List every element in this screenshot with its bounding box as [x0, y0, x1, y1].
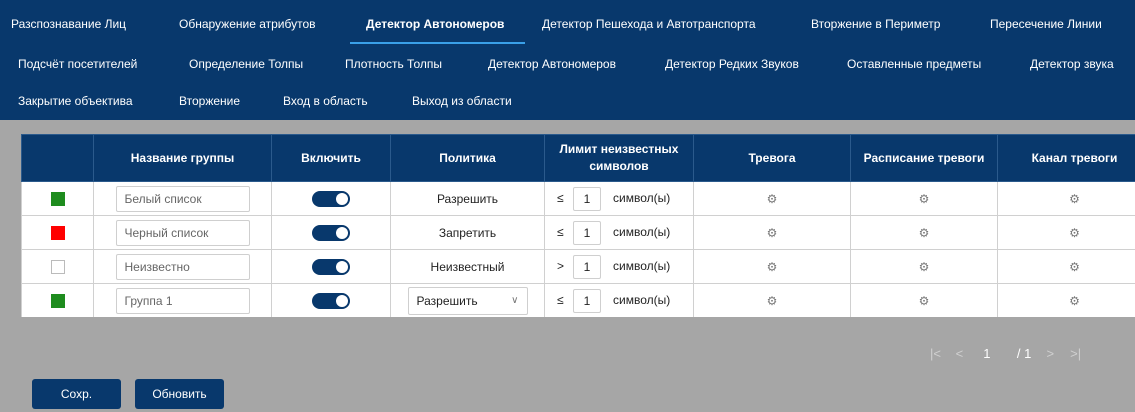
lpr-group-table: Название группы Включить Политика Лимит … — [21, 134, 1135, 317]
col-group-name-header: Название группы — [93, 134, 272, 182]
pagination: |< < 1 / 1 > >| — [930, 346, 1090, 361]
alarm-schedule-settings-icon[interactable]: ⚙ — [919, 260, 930, 274]
tab-crowd-detection[interactable]: Определение Толпы — [189, 57, 303, 71]
active-tab-indicator — [350, 42, 525, 44]
alarm-settings-icon[interactable]: ⚙ — [767, 192, 778, 206]
policy-value: Неизвестный — [430, 259, 505, 274]
tab-rare-sound-detector[interactable]: Детектор Редких Звуков — [665, 57, 799, 71]
enable-toggle[interactable] — [312, 224, 350, 241]
col-enable-header: Включить — [271, 134, 391, 182]
table-row: Разрешить ≤ символ(ы) ⚙ ⚙ ⚙ — [21, 181, 1135, 216]
policy-value: Разрешить — [436, 191, 499, 206]
alarm-settings-icon[interactable]: ⚙ — [767, 260, 778, 274]
tab-face-recognition[interactable]: Разспознавание Лиц — [11, 17, 126, 31]
tab-lpr-detector[interactable]: Детектор Автономеров — [366, 17, 504, 31]
function-tabs-bar: Разспознавание Лиц Обнаружение атрибутов… — [0, 0, 1135, 120]
tab-intrusion[interactable]: Вторжение — [179, 94, 240, 108]
group-name-field[interactable] — [115, 253, 250, 280]
last-page-icon[interactable]: >| — [1070, 346, 1090, 361]
refresh-button[interactable]: Обновить — [135, 379, 224, 409]
tab-lpr-detector-2[interactable]: Детектор Автономеров — [488, 57, 616, 71]
group-name-field[interactable] — [115, 185, 250, 212]
alarm-settings-icon[interactable]: ⚙ — [767, 226, 778, 240]
limit-input[interactable] — [573, 288, 601, 313]
tab-left-objects[interactable]: Оставленные предметы — [847, 57, 981, 71]
limit-operator: ≤ — [557, 190, 564, 205]
alarm-schedule-settings-icon[interactable]: ⚙ — [919, 226, 930, 240]
group-color-swatch[interactable] — [50, 225, 65, 240]
enable-toggle[interactable] — [312, 292, 350, 309]
limit-unit: символ(ы) — [613, 190, 671, 205]
first-page-icon[interactable]: |< — [930, 346, 952, 361]
save-button[interactable]: Сохр. — [32, 379, 121, 409]
alarm-channel-settings-icon[interactable]: ⚙ — [1069, 226, 1080, 240]
tab-region-entrance[interactable]: Вход в область — [283, 94, 368, 108]
col-alarm-header: Тревога — [693, 134, 851, 182]
group-name-field[interactable] — [115, 287, 250, 314]
limit-input[interactable] — [573, 220, 601, 245]
tab-visitor-counting[interactable]: Подсчёт посетителей — [18, 57, 137, 71]
table-row: Запретить ≤ символ(ы) ⚙ ⚙ ⚙ — [21, 215, 1135, 250]
limit-unit: символ(ы) — [613, 292, 671, 307]
tab-lens-cover[interactable]: Закрытие объектива — [18, 94, 133, 108]
next-page-icon[interactable]: > — [1047, 346, 1067, 361]
limit-unit: символ(ы) — [613, 224, 671, 239]
enable-toggle[interactable] — [312, 190, 350, 207]
limit-operator: > — [557, 258, 565, 273]
current-page[interactable]: 1 — [983, 346, 1013, 361]
alarm-schedule-settings-icon[interactable]: ⚙ — [919, 192, 930, 206]
tab-attribute-detection[interactable]: Обнаружение атрибутов — [179, 17, 316, 31]
col-alarm-schedule-header: Расписание тревоги — [850, 134, 998, 182]
total-pages: / 1 — [1016, 346, 1032, 361]
col-color-header — [21, 134, 94, 182]
chevron-down-icon: ∨ — [511, 295, 519, 306]
prev-page-icon[interactable]: < — [956, 346, 980, 361]
tab-region-exit[interactable]: Выход из области — [412, 94, 512, 108]
col-alarm-channel-header: Канал тревоги — [997, 134, 1135, 182]
limit-operator: ≤ — [557, 292, 564, 307]
group-color-swatch[interactable] — [50, 259, 65, 274]
alarm-channel-settings-icon[interactable]: ⚙ — [1069, 294, 1080, 308]
table-row: Разрешить ∨ ≤ символ(ы) ⚙ ⚙ ⚙ — [21, 283, 1135, 317]
group-color-swatch[interactable] — [50, 293, 65, 308]
group-color-swatch[interactable] — [50, 191, 65, 206]
tab-line-crossing[interactable]: Пересечение Линии — [990, 17, 1102, 31]
tab-sound-detector[interactable]: Детектор звука — [1030, 57, 1114, 71]
alarm-channel-settings-icon[interactable]: ⚙ — [1069, 260, 1080, 274]
col-limit-header: Лимит неизвестных символов — [544, 134, 694, 182]
group-name-field[interactable] — [115, 219, 250, 246]
policy-select-value: Разрешить — [416, 293, 478, 308]
tab-perimeter-intrusion[interactable]: Вторжение в Периметр — [811, 17, 940, 31]
tab-crowd-density[interactable]: Плотность Толпы — [345, 57, 442, 71]
policy-select[interactable]: Разрешить ∨ — [407, 286, 528, 315]
limit-unit: символ(ы) — [613, 258, 671, 273]
limit-input[interactable] — [573, 254, 601, 279]
col-policy-header: Политика — [390, 134, 545, 182]
enable-toggle[interactable] — [312, 258, 350, 275]
policy-value: Запретить — [438, 225, 497, 240]
tab-pedestrian-vehicle[interactable]: Детектор Пешехода и Автотранспорта — [542, 17, 756, 31]
alarm-channel-settings-icon[interactable]: ⚙ — [1069, 192, 1080, 206]
alarm-schedule-settings-icon[interactable]: ⚙ — [919, 294, 930, 308]
alarm-settings-icon[interactable]: ⚙ — [767, 294, 778, 308]
limit-operator: ≤ — [557, 224, 564, 239]
table-row: Неизвестный > символ(ы) ⚙ ⚙ ⚙ — [21, 249, 1135, 284]
limit-input[interactable] — [573, 186, 601, 211]
